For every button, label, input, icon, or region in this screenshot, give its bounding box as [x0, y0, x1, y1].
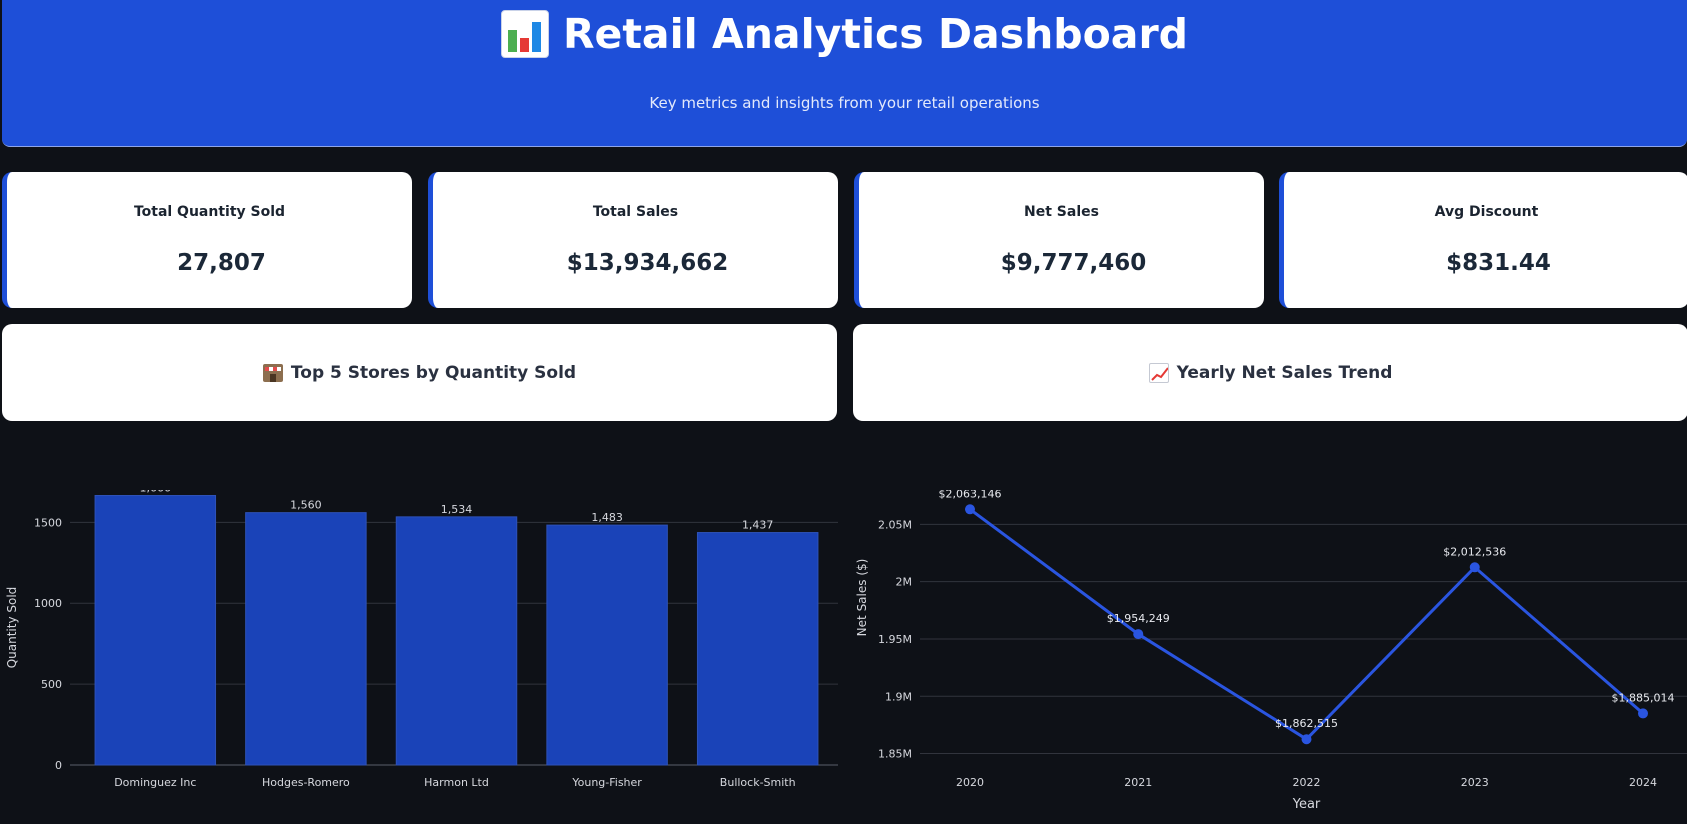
page-subtitle: Key metrics and insights from your retai… — [649, 94, 1040, 112]
top-stores-panel-header: Top 5 Stores by Quantity Sold — [2, 324, 837, 421]
kpi-label: Total Quantity Sold — [133, 204, 286, 220]
point-data-label: $1,885,014 — [1612, 691, 1675, 704]
y-tick-label: 1.9M — [885, 690, 912, 703]
page-title: Retail Analytics Dashboard — [562, 10, 1189, 58]
point-data-label: $1,954,249 — [1107, 612, 1170, 625]
x-tick-label: 2023 — [1461, 776, 1489, 789]
kpi-value: 27,807 — [177, 250, 266, 276]
x-tick-label: Bullock-Smith — [720, 776, 796, 789]
y-tick-label: 1000 — [34, 597, 62, 610]
y-tick-label: 2.05M — [878, 518, 912, 531]
bar-data-label: 1,483 — [591, 511, 623, 524]
top-stores-title: Top 5 Stores by Quantity Sold — [290, 362, 577, 383]
chart-increasing-icon — [1148, 362, 1169, 383]
data-point — [1133, 629, 1144, 640]
yearly-trend-title: Yearly Net Sales Trend — [1176, 362, 1393, 383]
kpi-card-avg-discount: Avg Discount $831.44 — [1279, 172, 1687, 308]
bar — [245, 512, 367, 766]
series-line — [969, 508, 1644, 742]
yearly-net-sales-line-chart: 1.85M 1.9M 1.95M 2M 2.05M Net Sales ($) $2,063… — [855, 490, 1687, 812]
data-point — [1301, 734, 1312, 745]
bar-data-label: 1,666 — [140, 490, 172, 495]
kpi-label: Net Sales — [1024, 204, 1099, 220]
x-tick-label: Hodges-Romero — [262, 776, 350, 789]
kpi-card-total-sales: Total Sales $13,934,662 — [428, 172, 838, 308]
y-tick-label: 0 — [55, 759, 62, 772]
bar — [546, 524, 668, 766]
yearly-trend-panel-header: Yearly Net Sales Trend — [853, 324, 1687, 421]
kpi-value: $13,934,662 — [566, 250, 729, 276]
bar-data-label: 1,437 — [742, 519, 774, 532]
point-data-label: $1,862,515 — [1275, 717, 1338, 730]
page-title-row: Retail Analytics Dashboard — [2, 10, 1687, 58]
bar-data-label: 1,534 — [441, 503, 473, 516]
y-tick-label: 500 — [41, 678, 62, 691]
point-data-label: $2,012,536 — [1443, 545, 1506, 558]
bar — [94, 495, 217, 766]
data-point — [1638, 708, 1648, 719]
kpi-value: $831.44 — [1446, 250, 1551, 276]
y-tick-label: 1500 — [34, 516, 62, 529]
x-tick-label: 2020 — [956, 776, 984, 789]
bar-data-label: 1,560 — [290, 499, 322, 512]
x-tick-label: Harmon Ltd — [424, 776, 489, 789]
data-point — [965, 504, 975, 515]
kpi-label: Total Sales — [592, 204, 679, 220]
y-axis-label: Net Sales ($) — [855, 559, 869, 637]
x-tick-label: 2024 — [1629, 776, 1657, 789]
x-axis-label: Year — [1292, 797, 1321, 812]
point-data-label: $2,063,146 — [939, 490, 1002, 500]
x-tick-label: 2021 — [1124, 776, 1152, 789]
kpi-label: Avg Discount — [1434, 204, 1539, 220]
y-tick-label: 2M — [896, 576, 913, 589]
x-tick-label: Young-Fisher — [571, 776, 642, 789]
dashboard-header: Retail Analytics Dashboard Key metrics a… — [2, 0, 1687, 147]
kpi-value: $9,777,460 — [1000, 250, 1147, 276]
bar — [395, 516, 518, 766]
department-store-icon — [262, 363, 283, 382]
x-tick-label: 2022 — [1293, 776, 1321, 789]
kpi-card-total-quantity: Total Quantity Sold 27,807 — [2, 172, 412, 308]
y-tick-label: 1.85M — [878, 748, 912, 761]
y-tick-label: 1.95M — [878, 633, 912, 646]
bar-chart-icon — [500, 10, 549, 58]
top-stores-bar-chart: 0 500 1000 1500 Quantity Sold 1,666 Dominguez … — [5, 490, 838, 789]
x-tick-label: Dominguez Inc — [114, 776, 196, 789]
y-axis-label: Quantity Sold — [5, 587, 19, 669]
bar — [696, 532, 819, 766]
kpi-card-net-sales: Net Sales $9,777,460 — [854, 172, 1264, 308]
data-point — [1469, 562, 1480, 573]
